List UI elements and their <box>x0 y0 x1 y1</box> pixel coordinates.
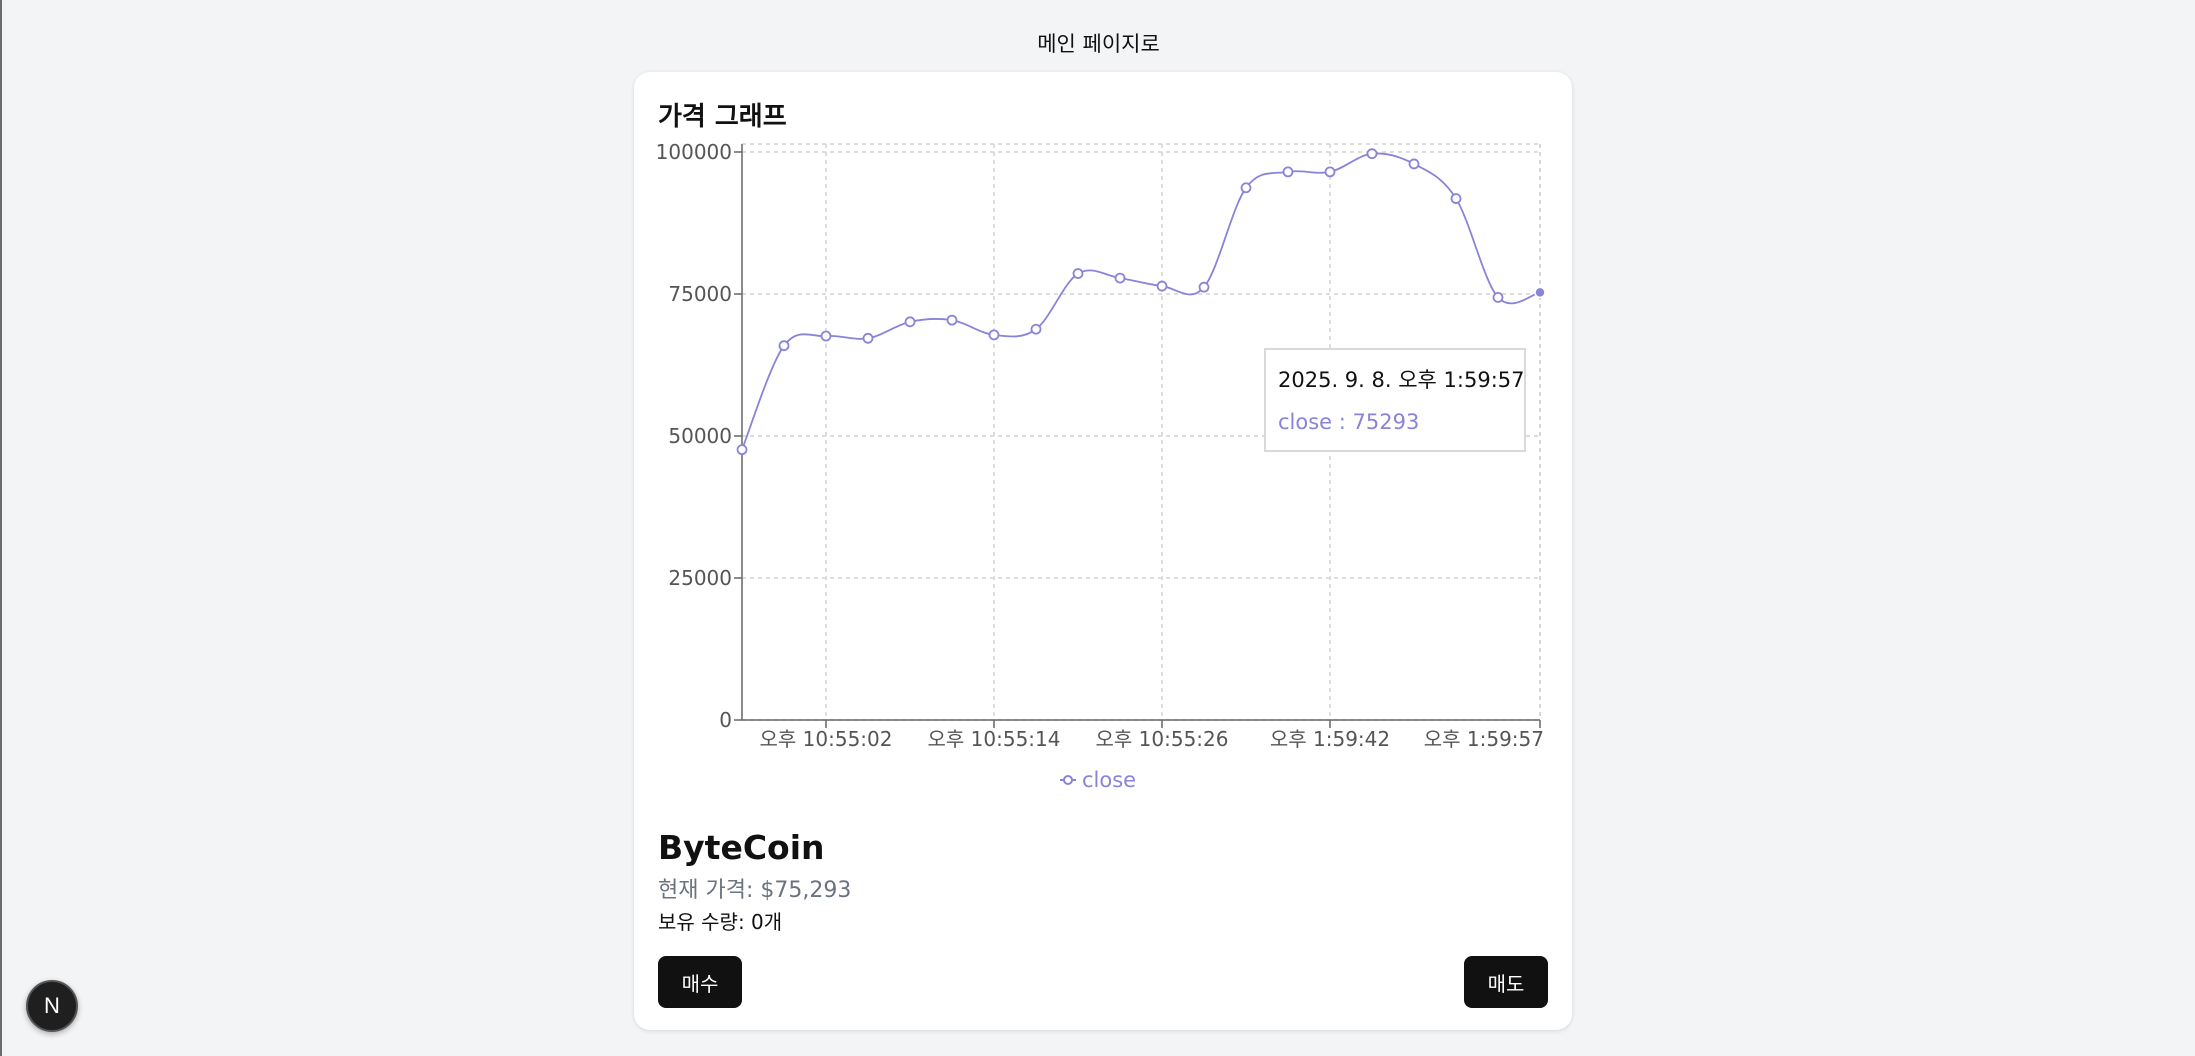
x-tick-label: 오후 1:59:42 <box>1270 727 1390 751</box>
data-point <box>1450 193 1462 204</box>
coin-card: 가격 그래프 0 25000 50000 75000 100000 오후 10:55:02… <box>634 72 1572 1030</box>
legend-dot-icon <box>1063 775 1073 785</box>
legend-label: close <box>1082 768 1136 792</box>
data-point <box>1366 148 1378 160</box>
next-logo-icon: N <box>44 993 60 1018</box>
x-tick-label: 오후 10:55:02 <box>760 727 893 751</box>
sell-button[interactable]: 매도 <box>1464 956 1548 1008</box>
holding-quantity: 보유 수량: 0개 <box>658 910 783 934</box>
y-tick-label: 100000 <box>656 140 732 164</box>
x-tick-label: 오후 10:55:14 <box>928 727 1061 751</box>
y-tick-label: 50000 <box>668 424 732 448</box>
active-data-point <box>1534 286 1546 299</box>
data-point <box>820 330 832 342</box>
data-point <box>778 340 790 352</box>
y-tick-label: 75000 <box>668 282 732 306</box>
next-dev-badge[interactable]: N <box>26 980 78 1032</box>
y-tick-label: 25000 <box>668 566 732 590</box>
buy-button[interactable]: 매수 <box>658 956 742 1008</box>
data-point <box>862 332 874 344</box>
current-price: 현재 가격: $75,293 <box>658 878 852 903</box>
tooltip-value: close : 75293 <box>1278 410 1420 434</box>
data-point <box>1240 182 1252 194</box>
data-point <box>1324 166 1336 178</box>
tooltip-label: 2025. 9. 8. 오후 1:59:57 <box>1278 368 1525 392</box>
coin-name: ByteCoin <box>658 828 825 867</box>
back-to-main-link[interactable]: 메인 페이지로 <box>2 28 2195 58</box>
data-point <box>946 314 958 326</box>
data-point <box>1156 280 1168 292</box>
data-point <box>1114 272 1126 284</box>
y-tick-label: 0 <box>719 708 732 732</box>
data-point <box>1030 323 1042 335</box>
data-point <box>904 316 916 328</box>
data-point <box>1492 292 1504 303</box>
data-point <box>988 329 1000 341</box>
x-tick-label: 오후 10:55:26 <box>1096 727 1229 751</box>
x-tick-label: 오후 1:59:57 <box>1424 727 1544 751</box>
chart-tooltip: 2025. 9. 8. 오후 1:59:57 close : 75293 <box>1264 348 1526 452</box>
data-point <box>1072 268 1084 279</box>
data-point <box>736 444 748 456</box>
data-point <box>1408 158 1420 170</box>
data-point <box>1282 166 1294 178</box>
data-point <box>1198 281 1210 293</box>
